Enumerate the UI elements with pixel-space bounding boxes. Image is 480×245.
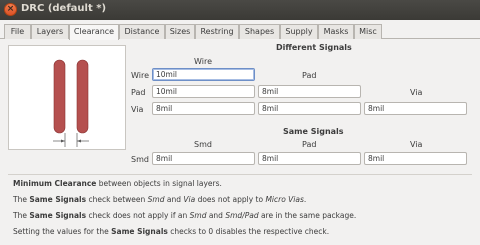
help-2-d: Smd	[147, 195, 165, 204]
trace-illustration	[53, 59, 89, 147]
tab-clearance[interactable]: Clearance	[69, 24, 119, 40]
row-label-via: Via	[131, 105, 144, 114]
tab-masks[interactable]: Masks	[318, 24, 354, 39]
col-header-via: Via	[410, 88, 423, 97]
help-3-f: Smd/Pad	[225, 211, 259, 220]
trace-right	[76, 59, 89, 134]
help-3-b: Same Signals	[29, 211, 87, 220]
help-2-c: check between	[86, 195, 148, 204]
arrowhead-right-icon	[77, 139, 81, 143]
different-signals-heading: Different Signals	[276, 43, 352, 52]
col-header-pad: Pad	[302, 71, 317, 80]
tab-bar: File Layers Clearance Distance Sizes Res…	[0, 24, 480, 40]
help-3-c: check does not apply if an	[86, 211, 190, 220]
window-title: DRC (default *)	[21, 3, 107, 14]
close-icon[interactable]: ×	[4, 3, 17, 16]
tab-distance[interactable]: Distance	[119, 24, 165, 39]
help-1-bold: Minimum Clearance	[13, 179, 97, 188]
pad-pad-input[interactable]: 8mil	[258, 85, 361, 98]
help-3-a: The	[13, 211, 30, 220]
help-2-a: The	[13, 195, 30, 204]
help-3-e: and	[206, 211, 226, 220]
row-label-pad: Pad	[131, 88, 146, 97]
via-wire-input[interactable]: 8mil	[152, 102, 255, 115]
help-line-3: The Same Signals check does not apply if…	[13, 211, 356, 220]
col-header-same-via: Via	[410, 140, 423, 149]
tab-sizes[interactable]: Sizes	[165, 24, 195, 39]
tab-file[interactable]: File	[4, 24, 31, 39]
row-label-smd: Smd	[131, 155, 149, 164]
title-bar: × DRC (default *)	[0, 0, 480, 20]
help-2-h: Micro Vias	[265, 195, 304, 204]
help-1-text: between objects in signal layers.	[96, 179, 222, 188]
via-via-input[interactable]: 8mil	[364, 102, 467, 115]
row-label-wire: Wire	[131, 71, 149, 80]
help-4-b: Same Signals	[111, 227, 168, 236]
help-line-1: Minimum Clearance between objects in sig…	[13, 179, 222, 188]
smd-pad-input[interactable]: 8mil	[258, 152, 361, 165]
col-header-smd: Smd	[194, 140, 212, 149]
help-2-e: and	[164, 195, 184, 204]
help-4-a: Setting the values for the	[13, 227, 112, 236]
help-3-d: Smd	[189, 211, 207, 220]
help-line-4: Setting the values for the Same Signals …	[13, 227, 329, 236]
smd-smd-input[interactable]: 8mil	[152, 152, 255, 165]
help-2-g: does not apply to	[195, 195, 266, 204]
tab-shapes[interactable]: Shapes	[239, 24, 280, 39]
clearance-preview-image	[8, 45, 126, 150]
arrowhead-left-icon	[61, 139, 65, 143]
help-line-2: The Same Signals check between Smd and V…	[13, 195, 306, 204]
trace-left	[53, 59, 66, 134]
tab-restring[interactable]: Restring	[195, 24, 239, 39]
help-2-b: Same Signals	[29, 195, 87, 204]
help-3-g: are in the same package.	[258, 211, 357, 220]
via-pad-input[interactable]: 8mil	[258, 102, 361, 115]
help-2-i: .	[303, 195, 307, 204]
col-header-wire: Wire	[194, 57, 212, 66]
smd-via-input[interactable]: 8mil	[364, 152, 467, 165]
pad-wire-input[interactable]: 10mil	[152, 85, 255, 98]
tab-layers[interactable]: Layers	[31, 24, 69, 39]
same-signals-heading: Same Signals	[283, 127, 344, 136]
help-4-c: checks to 0 disables the respective chec…	[167, 227, 330, 236]
divider	[8, 174, 472, 175]
tab-supply[interactable]: Supply	[280, 24, 318, 39]
tab-misc[interactable]: Misc	[354, 24, 382, 39]
wire-wire-input[interactable]: 10mil	[152, 68, 255, 81]
help-2-f: Via	[183, 195, 196, 204]
col-header-same-pad: Pad	[302, 140, 317, 149]
